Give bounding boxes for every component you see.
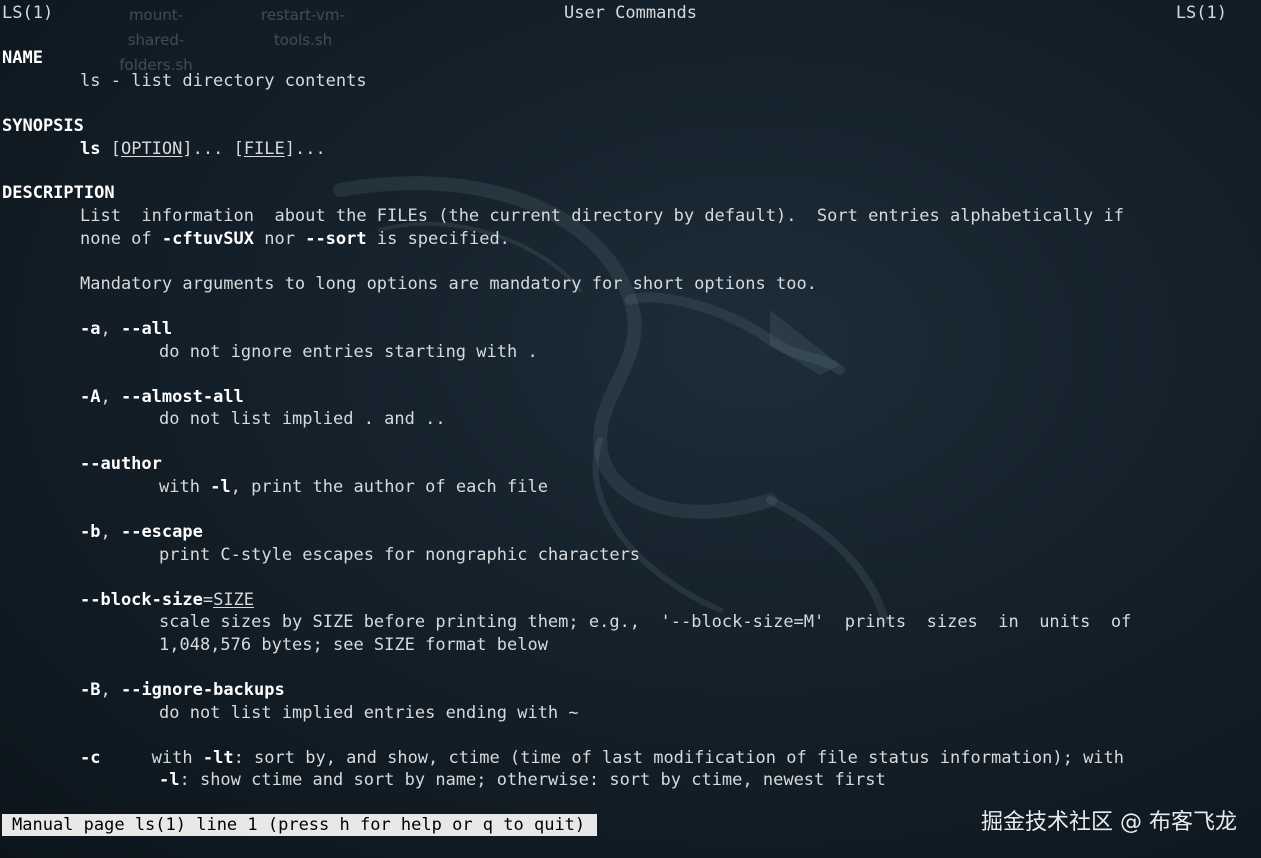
header-title: User Commands: [563, 3, 698, 23]
option-a-flag: -a, --all: [80, 319, 173, 339]
section-heading-name: NAME: [2, 48, 43, 68]
header-right: LS(1): [1175, 3, 1227, 23]
option-B-flag: -B, --ignore-backups: [80, 680, 285, 700]
description-line-2: none of -cftuvSUX nor --sort is specifie…: [80, 229, 510, 249]
option-c-line-1: -c with -lt: sort by, and show, ctime (t…: [80, 748, 1125, 768]
option-c-line-2: -l: show ctime and sort by name; otherwi…: [159, 770, 886, 790]
man-page-terminal[interactable]: LS(1) User Commands LS(1) NAME ls - list…: [0, 0, 1261, 858]
mandatory-note: Mandatory arguments to long options are …: [80, 274, 817, 294]
option-b-description: print C-style escapes for nongraphic cha…: [159, 545, 641, 565]
option-A-flag: -A, --almost-all: [80, 387, 244, 407]
pager-status-bar: Manual page ls(1) line 1 (press h for he…: [2, 814, 598, 836]
option-A-description: do not list implied . and ..: [159, 409, 446, 429]
name-text: ls - list directory contents: [80, 71, 367, 91]
section-heading-description: DESCRIPTION: [2, 183, 115, 203]
option-B-description: do not list implied entries ending with …: [159, 703, 579, 723]
watermark-text: 掘金技术社区 @ 布客飞龙: [981, 810, 1237, 835]
option-block-size-description-1: scale sizes by SIZE before printing them…: [159, 612, 1132, 632]
synopsis-line: ls [OPTION]... [FILE]...: [80, 139, 326, 159]
option-block-size-description-2: 1,048,576 bytes; see SIZE format below: [159, 635, 548, 655]
description-line-1: List information about the FILEs (the cu…: [80, 206, 1124, 226]
section-heading-synopsis: SYNOPSIS: [2, 116, 84, 136]
option-author-description: with -l, print the author of each file: [159, 477, 548, 497]
option-a-description: do not ignore entries starting with .: [159, 342, 538, 362]
option-author-flag: --author: [80, 454, 162, 474]
option-b-flag: -b, --escape: [80, 522, 203, 542]
option-block-size-flag: --block-size=SIZE: [80, 590, 255, 610]
